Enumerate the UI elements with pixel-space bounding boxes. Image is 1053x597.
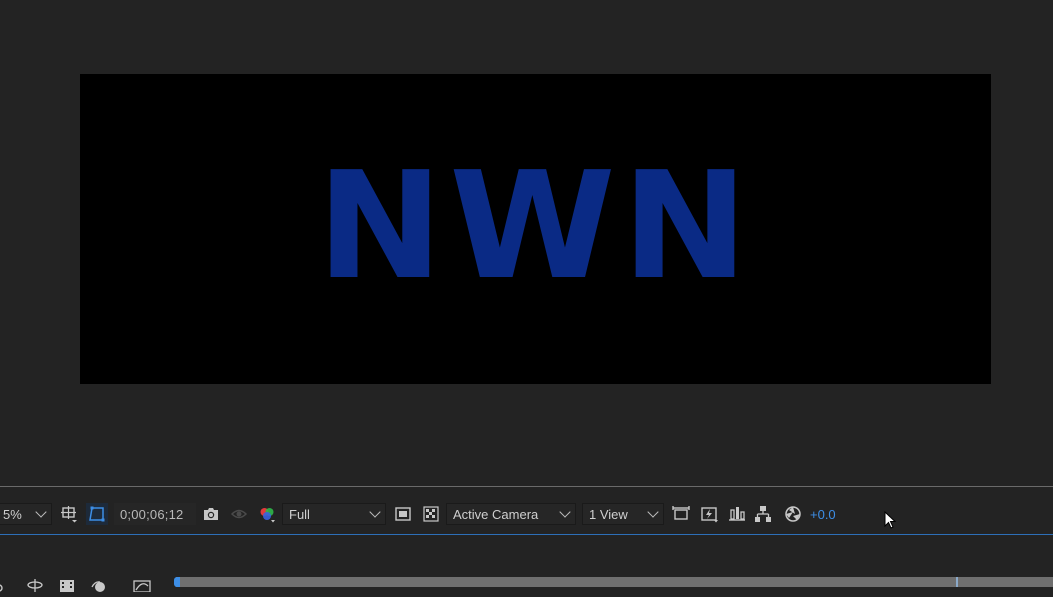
- composition-viewer: NWN: [0, 0, 1053, 486]
- chevron-down-icon: [35, 506, 47, 518]
- 3d-view-dropdown[interactable]: Active Camera: [446, 503, 576, 525]
- fast-previews-icon[interactable]: [392, 503, 414, 525]
- current-time-display[interactable]: 0;00;06;12: [114, 503, 196, 525]
- solo-icon[interactable]: [0, 578, 6, 597]
- current-time-indicator[interactable]: [956, 577, 958, 587]
- view-layout-dropdown[interactable]: 1 View: [582, 503, 664, 525]
- exposure-value[interactable]: +0.0: [810, 507, 836, 522]
- composition-text-layer[interactable]: NWN: [317, 152, 755, 300]
- motion-blur-icon[interactable]: [90, 578, 108, 597]
- chevron-down-icon: [559, 506, 571, 518]
- camera-view-value: Active Camera: [453, 506, 539, 522]
- toggle-pixel-aspect-icon[interactable]: [670, 503, 692, 525]
- work-area-start-handle[interactable]: [174, 577, 180, 587]
- frame-blending-icon[interactable]: [58, 578, 76, 597]
- view-layout-value: 1 View: [589, 506, 628, 522]
- snapshot-camera-icon[interactable]: [200, 503, 222, 525]
- mouse-cursor-icon: [884, 510, 898, 536]
- panel-divider: [0, 486, 1053, 487]
- magnification-value: 5%: [3, 506, 22, 522]
- timecode-value: 0;00;06;12: [120, 506, 184, 522]
- 3d-layer-icon[interactable]: [26, 578, 44, 597]
- chevron-down-icon: [647, 506, 659, 518]
- resolution-value: Full: [289, 506, 310, 522]
- flowchart-icon[interactable]: [752, 503, 774, 525]
- chevron-down-icon: [369, 506, 381, 518]
- show-snapshot-icon[interactable]: [228, 503, 250, 525]
- fast-preview-render-icon[interactable]: [698, 503, 720, 525]
- timeline-icon[interactable]: [726, 503, 748, 525]
- resolution-dropdown[interactable]: Full: [282, 503, 386, 525]
- composition-canvas[interactable]: NWN: [80, 74, 991, 384]
- region-of-interest-icon[interactable]: [58, 503, 80, 525]
- transparency-grid-icon[interactable]: [420, 503, 442, 525]
- mask-path-visibility-icon[interactable]: [86, 503, 108, 525]
- magnification-dropdown[interactable]: 5%: [0, 503, 52, 525]
- color-channels-icon[interactable]: [256, 503, 278, 525]
- graph-editor-icon[interactable]: [132, 578, 152, 597]
- work-area-bar[interactable]: [176, 577, 1053, 587]
- reset-exposure-icon[interactable]: [782, 503, 804, 525]
